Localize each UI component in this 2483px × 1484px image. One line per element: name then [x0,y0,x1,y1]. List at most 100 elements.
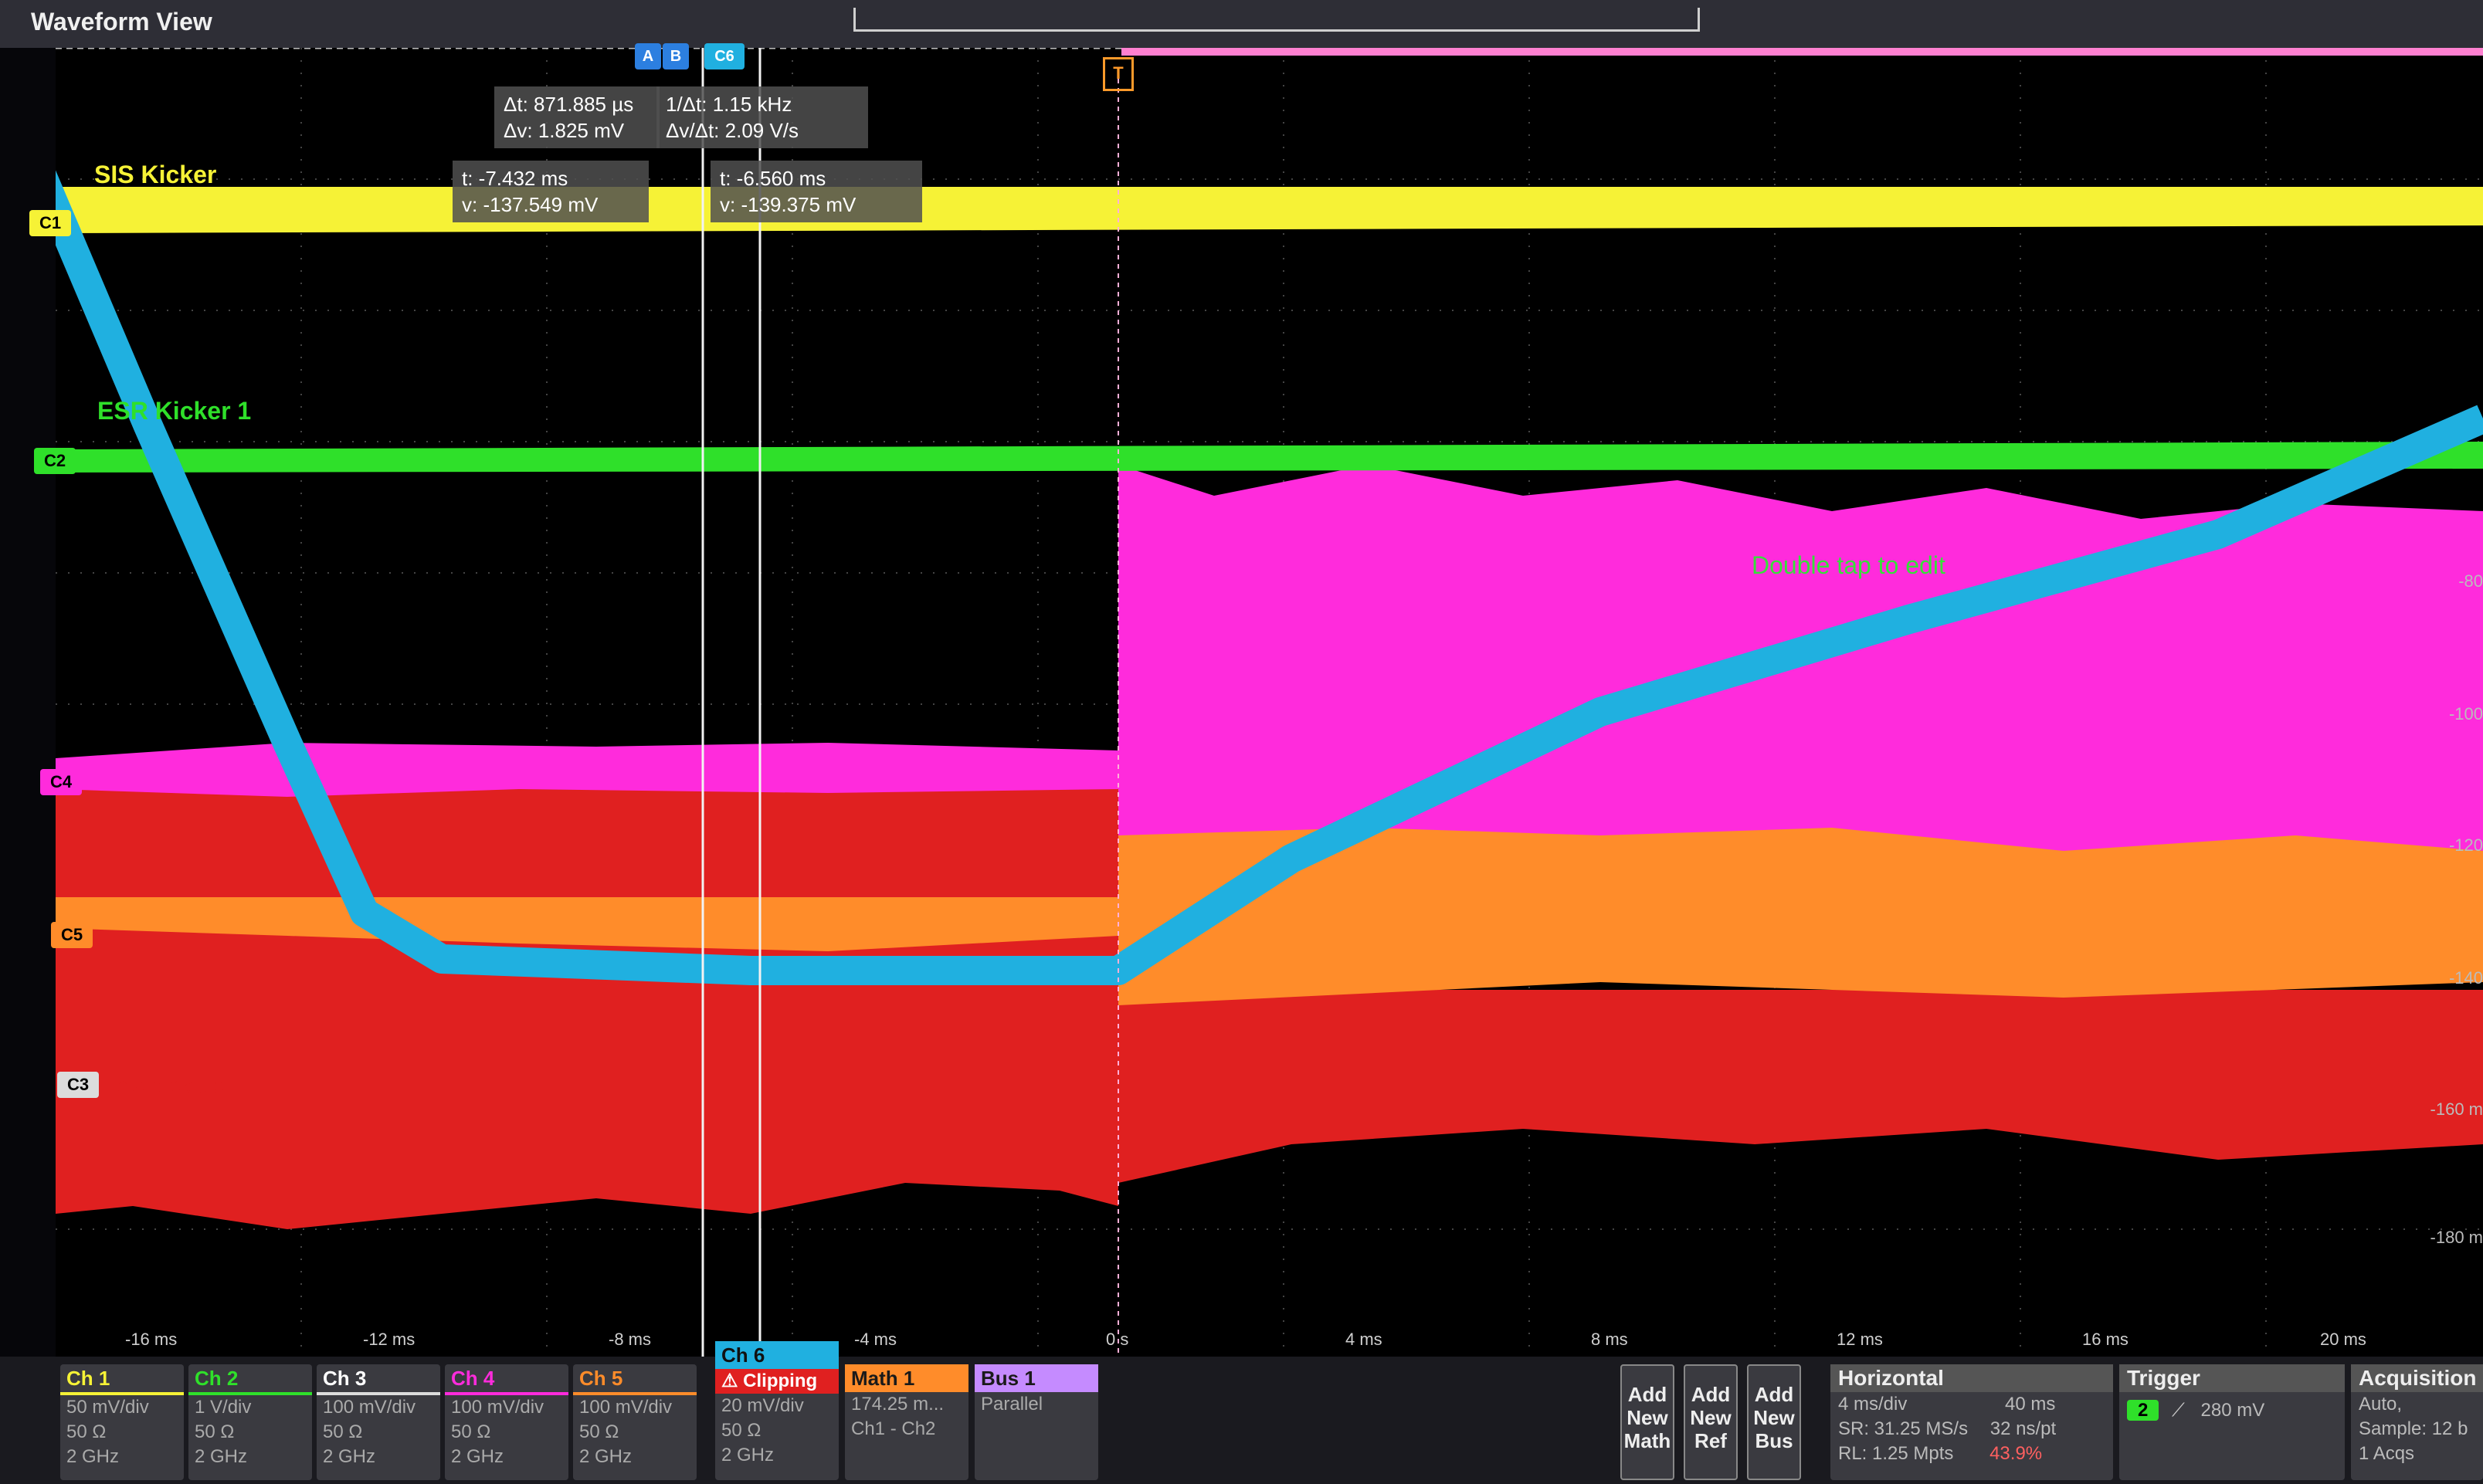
ch2-badge[interactable]: Ch 2 1 V/div 50 Ω 2 GHz [188,1364,312,1480]
math1-badge[interactable]: Math 1 174.25 m... Ch1 - Ch2 [845,1364,968,1480]
ch2-waveform [56,442,2483,473]
y-scale-label: -80 [2458,571,2483,591]
x-tick: -16 ms [125,1330,178,1349]
time-per-point: 32 ns/pt [1989,1418,2057,1439]
ch2-marker[interactable]: C2 [34,448,76,474]
ch6-bandwidth: 2 GHz [721,1445,775,1465]
inverse-delta-t: 1/Δt: 1.15 kHz [666,93,792,116]
x-tick: 16 ms [2082,1330,2129,1349]
acquisition-panel[interactable]: Acquisition Auto, Sample: 12 b 1 Acqs [2351,1364,2483,1480]
cursor-a-readout[interactable]: t: -7.432 ms v: -137.549 mV [453,161,649,222]
x-tick: 8 ms [1591,1330,1628,1349]
x-tick: -4 ms [854,1330,897,1349]
ch3-label[interactable]: sis pick up [116,1073,224,1099]
record-overview-ruler[interactable] [853,8,1700,32]
horizontal-panel[interactable]: Horizontal 4 ms/div 40 ms SR: 31.25 MS/s… [1830,1364,2113,1480]
horizontal-position: 40 ms [2005,1394,2056,1415]
add-new-math-button[interactable]: Add New Math [1620,1364,1674,1480]
graticule [56,48,2483,1357]
acquisition-sample: Sample: 12 b [2359,1418,2468,1439]
cursor-a-tab[interactable]: A [635,43,661,69]
rate-readout[interactable]: 1/Δt: 1.15 kHz Δv/Δt: 2.09 V/s [656,86,868,148]
y-scale-label: -140 [2448,968,2483,988]
add-new-bus-button[interactable]: Add New Bus [1747,1364,1801,1480]
ch6-badge-title: Ch 6 [715,1341,839,1369]
waveform-plot[interactable] [56,48,2483,1357]
cursor-source-tab[interactable]: C6 [704,43,745,69]
y-scale-label: -180 m [2430,1228,2483,1247]
trigger-title: Trigger [2119,1364,2345,1392]
ch1-scale: 50 mV/div [66,1397,149,1418]
ch1-badge[interactable]: Ch 1 50 mV/div 50 Ω 2 GHz [60,1364,184,1480]
ch5-badge[interactable]: Ch 5 100 mV/div 50 Ω 2 GHz [573,1364,697,1480]
ch5-termination: 50 Ω [579,1421,619,1442]
ch1-label[interactable]: SIS Kicker [94,161,216,189]
ch5-badge-title: Ch 5 [573,1364,697,1395]
acquisition-count: 1 Acqs [2359,1443,2415,1464]
ch3-badge[interactable]: Ch 3 100 mV/div 50 Ω 2 GHz [317,1364,440,1480]
x-tick: 4 ms [1345,1330,1382,1349]
ch6-scale: 20 mV/div [721,1395,804,1416]
cursor-b-value: v: -139.375 mV [720,193,856,216]
ch2-label[interactable]: ESR Kicker 1 [97,397,251,425]
ch1-marker[interactable]: C1 [29,210,71,236]
y-scale-label: -120 [2448,835,2483,855]
x-tick: 0 s [1106,1330,1129,1349]
acquisition-title: Acquisition [2351,1364,2483,1392]
add-ref-line1: Add [1691,1383,1731,1406]
cursor-b-readout[interactable]: t: -6.560 ms v: -139.375 mV [711,161,922,222]
add-math-line1: Add [1627,1383,1667,1406]
dv-dt: Δv/Δt: 2.09 V/s [666,119,799,142]
ch2-badge-title: Ch 2 [188,1364,312,1395]
x-tick: 12 ms [1837,1330,1883,1349]
bus1-type: Parallel [981,1394,1043,1415]
x-tick: -8 ms [609,1330,651,1349]
ch2-termination: 50 Ω [195,1421,235,1442]
ch4-waveform [56,743,1118,797]
window-title: Waveform View [31,8,212,36]
rising-edge-icon: ⟋ [2172,1400,2185,1421]
bus1-badge[interactable]: Bus 1 Parallel [975,1364,1098,1480]
settings-bar: Ch 1 50 mV/div 50 Ω 2 GHz Ch 2 1 V/div 5… [0,1341,2483,1484]
y-scale-label: -160 m [2430,1099,2483,1119]
ch3-termination: 50 Ω [323,1421,363,1442]
ch6-badge[interactable]: Ch 6 ⚠ Clipping 20 mV/div 50 Ω 2 GHz [715,1341,839,1480]
ch5-marker[interactable]: C5 [51,922,93,948]
math1-scale: 174.25 m... [851,1394,945,1415]
bus1-badge-title: Bus 1 [975,1364,1098,1392]
add-bus-line3: Bus [1755,1429,1793,1452]
add-ref-line3: Ref [1694,1429,1727,1452]
cursor-a-value: v: -137.549 mV [462,193,599,216]
ch4-scale: 100 mV/div [451,1397,544,1418]
ch2-scale: 1 V/div [195,1397,252,1418]
record-percent: 43.9% [1989,1443,2043,1464]
trigger-position-marker[interactable]: T [1103,57,1134,91]
record-length: RL: 1.25 Mpts [1838,1443,1954,1464]
ch4-termination: 50 Ω [451,1421,491,1442]
delta-v: Δv: 1.825 mV [504,119,625,142]
delta-t: Δt: 871.885 µs [504,93,634,116]
title-bar: Waveform View [0,0,2483,48]
ch4-badge[interactable]: Ch 4 100 mV/div 50 Ω 2 GHz [445,1364,568,1480]
math1-expression: Ch1 - Ch2 [851,1418,936,1439]
add-math-line3: Math [1623,1429,1671,1452]
ch3-badge-title: Ch 3 [317,1364,440,1395]
ch3-scale: 100 mV/div [323,1397,416,1418]
trigger-panel[interactable]: Trigger 2 ⟋ 280 mV [2119,1364,2345,1480]
ch4-marker[interactable]: C4 [40,769,82,795]
trigger-level: 280 mV [2200,1400,2265,1421]
add-bus-line1: Add [1754,1383,1794,1406]
horizontal-scale: 4 ms/div [1838,1394,1908,1415]
acquisition-mode: Auto, [2359,1394,2403,1415]
ch1-bandwidth: 2 GHz [66,1446,120,1467]
ch4-bandwidth: 2 GHz [451,1446,504,1467]
ch5-bandwidth: 2 GHz [579,1446,633,1467]
cursor-b-time: t: -6.560 ms [720,167,826,190]
delta-readout[interactable]: Δt: 871.885 µs Δv: 1.825 mV [494,86,660,148]
cursor-b-tab[interactable]: B [663,43,689,69]
ch3-marker[interactable]: C3 [57,1072,99,1098]
trigger-source: 2 [2127,1400,2159,1421]
ch2-bandwidth: 2 GHz [195,1446,248,1467]
edit-hint[interactable]: Double tap to edit [1752,551,1945,580]
add-new-ref-button[interactable]: Add New Ref [1684,1364,1738,1480]
